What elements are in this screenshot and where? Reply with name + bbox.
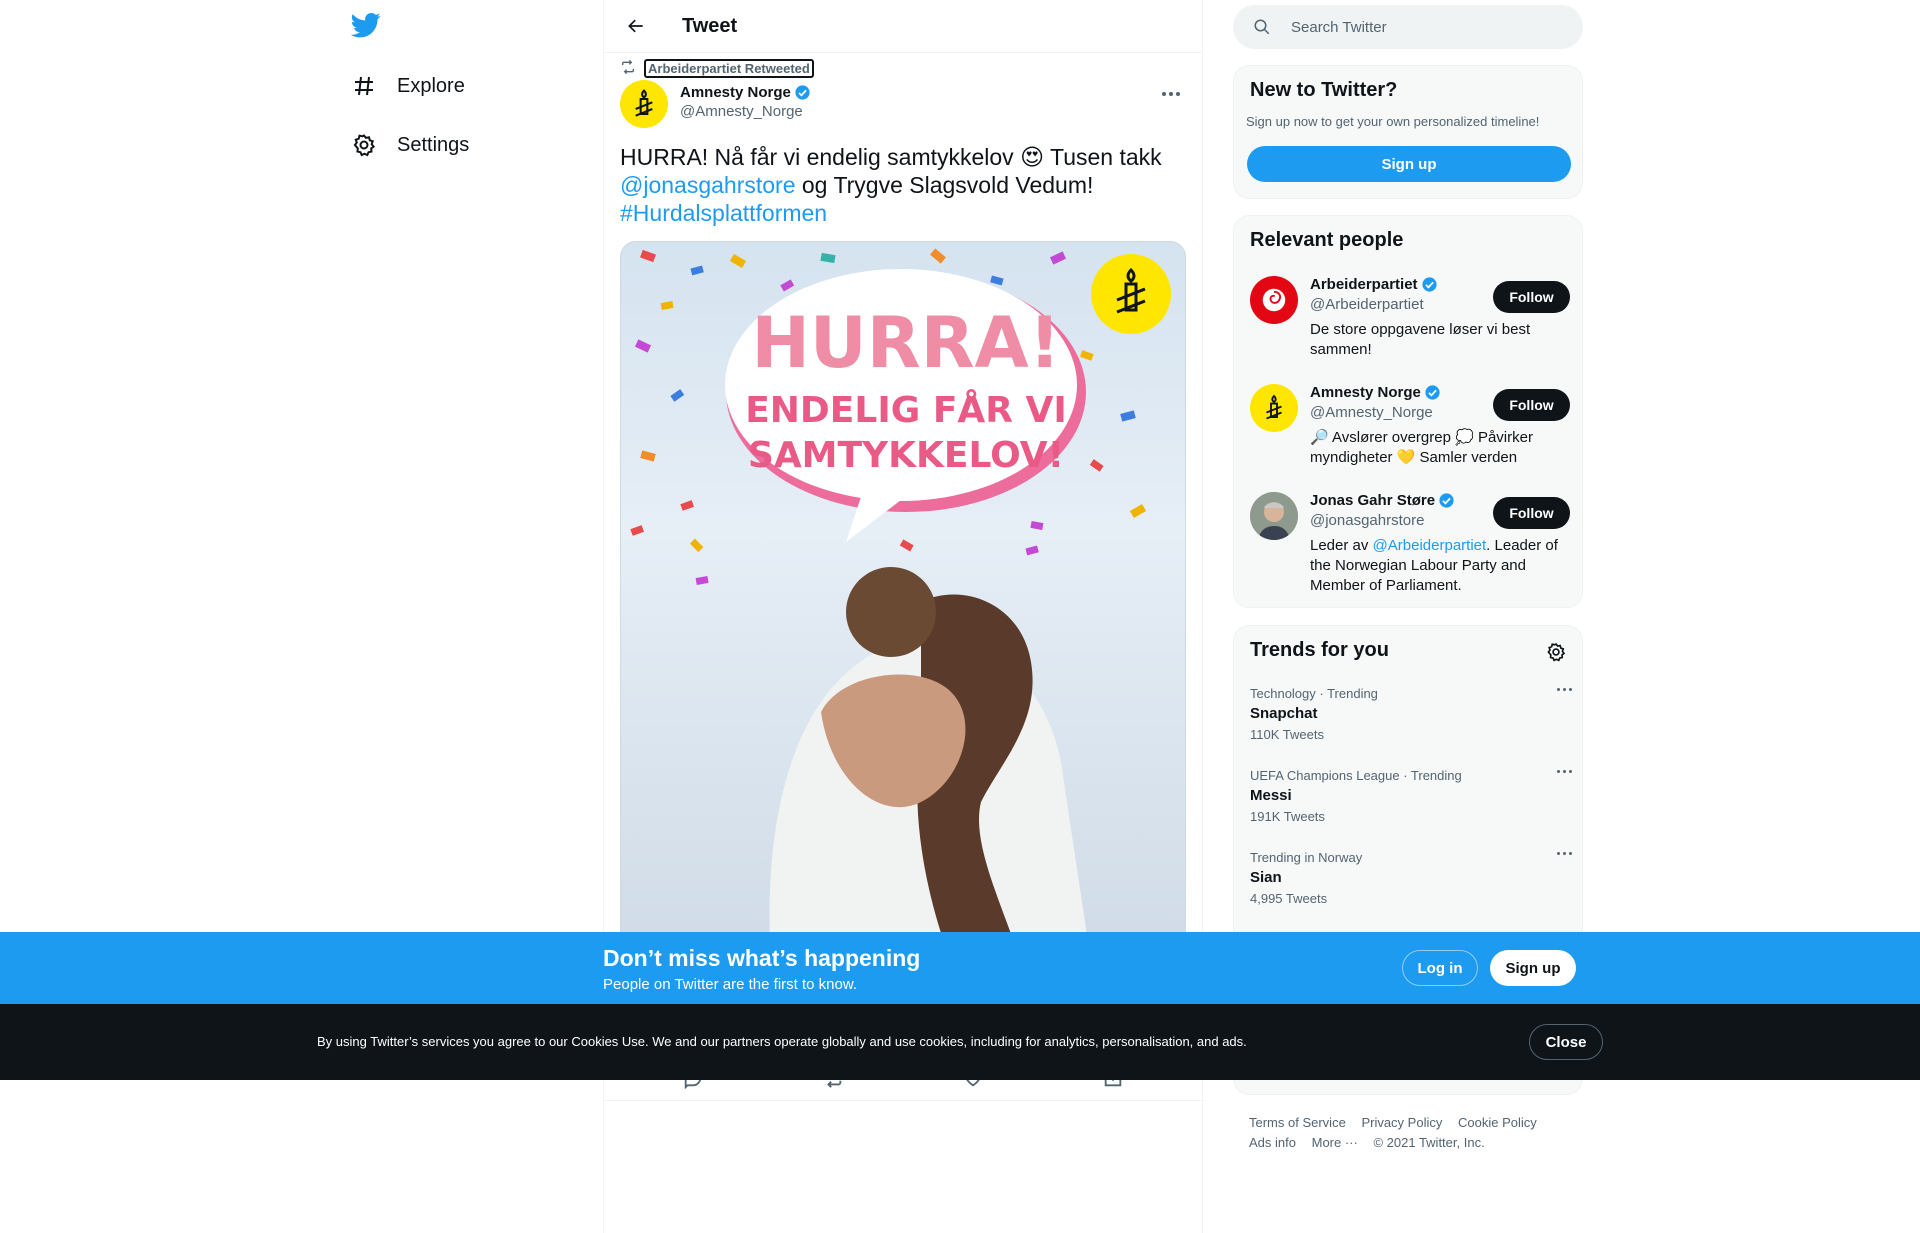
new-to-twitter-card: New to Twitter? Sign up now to get your … <box>1233 65 1583 199</box>
search-icon <box>1253 18 1271 36</box>
copyright: © 2021 Twitter, Inc. <box>1373 1135 1485 1150</box>
more-options-icon[interactable] <box>1557 770 1572 773</box>
nav-settings[interactable]: Settings <box>351 125 469 165</box>
relevant-people-card: Relevant people Arbeiderpartiet @Arbeide… <box>1233 215 1583 608</box>
avatar[interactable] <box>620 80 668 128</box>
follow-button[interactable]: Follow <box>1493 389 1570 421</box>
retweet-icon <box>620 59 636 78</box>
person-bio-pre: Leder av <box>1310 537 1373 554</box>
person-handle: @Arbeiderpartiet <box>1310 296 1424 313</box>
trend-count: 110K Tweets <box>1250 727 1324 742</box>
cookie-banner: By using Twitter’s services you agree to… <box>0 1004 1920 1080</box>
hashtag-icon <box>351 73 377 99</box>
person-handle: @jonasgahrstore <box>1310 512 1425 529</box>
amnesty-candle-icon <box>635 89 653 117</box>
person-photo-icon <box>1250 492 1298 540</box>
trend-item[interactable]: UEFA Champions League · Trending Messi 1… <box>1250 768 1572 824</box>
tweet-author: Amnesty Norge @Amnesty_Norge <box>620 80 811 128</box>
login-banner-subtext: People on Twitter are the first to know. <box>603 976 858 993</box>
person-name: Amnesty Norge <box>1310 384 1421 401</box>
trend-meta: UEFA Champions League · Trending <box>1250 768 1462 783</box>
more-link[interactable]: More ··· <box>1312 1135 1358 1150</box>
login-button[interactable]: Log in <box>1402 950 1478 986</box>
avatar[interactable] <box>1250 276 1298 324</box>
author-name-text: Amnesty Norge <box>680 84 791 101</box>
cookie-text: By using Twitter’s services you agree to… <box>317 1034 1247 1049</box>
trend-name: Messi <box>1250 787 1292 804</box>
follow-button[interactable]: Follow <box>1493 281 1570 313</box>
more-options-icon[interactable] <box>1156 84 1186 104</box>
trends-title: Trends for you <box>1250 639 1389 661</box>
tweet-image[interactable]: HURRA! ENDELIG FÅR VI SAMTYKKELOV! <box>620 241 1186 961</box>
person-bio: Leder av @Arbeiderpartiet. Leader of the… <box>1310 536 1570 596</box>
cookie-close-button[interactable]: Close <box>1529 1024 1603 1060</box>
tweet-text-part1: HURRA! Nå får vi endelig samtykkelov 😍 T… <box>620 144 1162 170</box>
tweet-image-graphic: HURRA! ENDELIG FÅR VI SAMTYKKELOV! <box>630 248 1171 960</box>
retweet-label[interactable]: Arbeiderpartiet Retweeted <box>644 59 814 78</box>
trend-count: 4,995 Tweets <box>1250 891 1328 906</box>
search-input[interactable] <box>1291 18 1551 36</box>
login-banner: Don’t miss what’s happening People on Tw… <box>0 932 1920 1004</box>
nav-explore-label: Explore <box>397 74 465 97</box>
person-bio: 🔎 Avslører overgrep 💭 Påvirker myndighet… <box>1310 429 1533 466</box>
nav-settings-label: Settings <box>397 133 470 156</box>
hashtag-link[interactable]: #Hurdalsplattformen <box>620 200 827 226</box>
follow-button[interactable]: Follow <box>1493 497 1570 529</box>
amnesty-candle-icon <box>1266 394 1282 420</box>
person-handle: @Amnesty_Norge <box>1310 404 1433 421</box>
person-bio: De store oppgavene løser vi best sammen! <box>1310 321 1531 358</box>
page-title: Tweet <box>682 14 738 37</box>
verified-badge-icon <box>1421 277 1437 292</box>
avatar[interactable] <box>1250 384 1298 432</box>
person-name: Arbeiderpartiet <box>1310 276 1418 293</box>
more-options-icon[interactable] <box>1557 688 1572 691</box>
twitter-logo-icon[interactable] <box>350 10 385 44</box>
verified-badge-icon <box>1425 385 1440 400</box>
author-handle[interactable]: @Amnesty_Norge <box>680 103 811 120</box>
privacy-link[interactable]: Privacy Policy <box>1361 1115 1442 1130</box>
tweet-text: HURRA! Nå får vi endelig samtykkelov 😍 T… <box>620 143 1180 227</box>
retweet-indicator: Arbeiderpartiet Retweeted <box>620 59 814 78</box>
footer-links: Terms of Service Privacy Policy Cookie P… <box>1249 1113 1569 1153</box>
trend-item[interactable]: Trending in Norway Sian 4,995 Tweets <box>1250 850 1572 906</box>
person-name: Jonas Gahr Støre <box>1310 492 1436 509</box>
search-box[interactable] <box>1233 5 1583 49</box>
mention-link[interactable]: @jonasgahrstore <box>620 172 796 198</box>
more-options-icon[interactable] <box>1557 852 1572 855</box>
trends-settings-gear-icon[interactable] <box>1546 642 1566 667</box>
banner-signup-button[interactable]: Sign up <box>1490 950 1576 986</box>
image-subline1: ENDELIG FÅR VI <box>745 389 1067 431</box>
new-to-twitter-title: New to Twitter? <box>1250 79 1398 101</box>
trend-count: 191K Tweets <box>1250 809 1325 824</box>
terms-link[interactable]: Terms of Service <box>1249 1115 1346 1130</box>
bio-mention-link[interactable]: @Arbeiderpartiet <box>1373 537 1487 554</box>
image-subline2: SAMTYKKELOV! <box>748 435 1064 476</box>
tweet-text-part2: og Trygve Slagsvold Vedum! <box>795 172 1094 198</box>
signup-button[interactable]: Sign up <box>1247 146 1571 182</box>
trend-meta: Technology · Trending <box>1250 686 1378 701</box>
nav-explore[interactable]: Explore <box>351 66 465 106</box>
verified-badge-icon <box>1439 493 1454 508</box>
back-arrow-icon[interactable] <box>618 8 654 44</box>
image-headline: HURRA! <box>751 302 1060 384</box>
ads-info-link[interactable]: Ads info <box>1249 1135 1296 1150</box>
author-name[interactable]: Amnesty Norge <box>680 84 811 101</box>
trend-name: Snapchat <box>1250 705 1318 722</box>
trend-meta: Trending in Norway <box>1250 850 1363 865</box>
rose-icon <box>1262 288 1286 312</box>
trend-item[interactable]: Technology · Trending Snapchat 110K Twee… <box>1250 686 1572 742</box>
verified-badge-icon <box>795 85 810 100</box>
relevant-people-title: Relevant people <box>1250 229 1404 251</box>
tweet-header: Tweet <box>604 0 1202 53</box>
gear-icon <box>351 132 377 158</box>
login-banner-heading: Don’t miss what’s happening <box>603 945 921 971</box>
new-to-twitter-subtitle: Sign up now to get your own personalized… <box>1246 114 1540 129</box>
cookie-policy-link[interactable]: Cookie Policy <box>1458 1115 1537 1130</box>
trend-name: Sian <box>1250 869 1282 886</box>
avatar[interactable] <box>1250 492 1298 540</box>
